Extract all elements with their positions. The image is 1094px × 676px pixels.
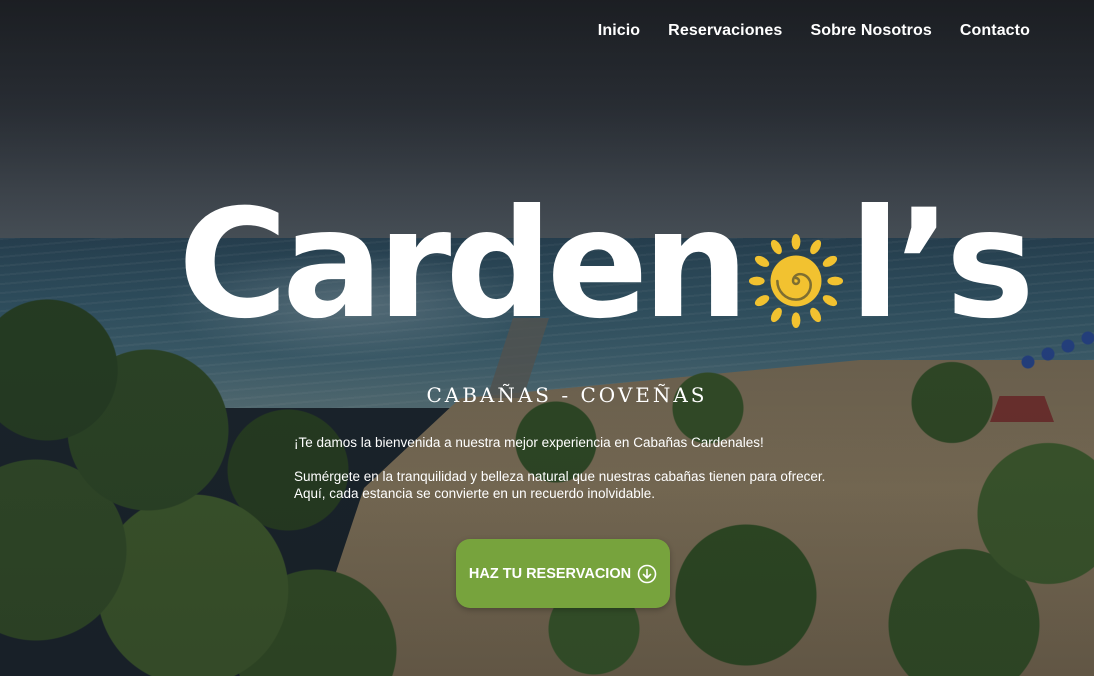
hero-subtitle: CABAÑAS - COVEÑAS [426, 383, 708, 407]
welcome-text: ¡Te damos la bienvenida a nuestra mejor … [294, 435, 764, 450]
brand-logo: Carden l’s [178, 178, 1035, 352]
description-line-1: Sumérgete en la tranquilidad y belleza n… [294, 469, 826, 484]
sun-ray [755, 295, 770, 307]
sun-ray [749, 276, 765, 286]
sun-ray [791, 233, 801, 250]
reservation-button[interactable]: HAZ TU RESERVACION [456, 539, 670, 608]
sun-ray [771, 307, 783, 323]
hero-intro: ¡Te damos la bienvenida a nuestra mejor … [294, 434, 934, 502]
description-line-2: Aquí, cada estancia se convierte en un r… [294, 486, 655, 501]
main-navigation: Inicio Reservaciones Sobre Nosotros Cont… [598, 22, 1030, 40]
arrow-down-circle-icon [637, 564, 657, 584]
sun-ray [827, 276, 844, 286]
sun-ray [810, 307, 822, 323]
nav-item-reservaciones[interactable]: Reservaciones [668, 22, 782, 40]
nav-item-contacto[interactable]: Contacto [960, 22, 1030, 40]
reservation-button-label: HAZ TU RESERVACION [468, 565, 632, 582]
sun-ray [771, 239, 783, 255]
sun-ray [822, 255, 838, 267]
sun-icon [747, 232, 845, 330]
nav-item-sobre-nosotros[interactable]: Sobre Nosotros [810, 22, 931, 40]
sun-ray [755, 255, 770, 267]
logo-text-start: Carden [178, 178, 749, 352]
sun-ray [791, 312, 801, 329]
nav-item-inicio[interactable]: Inicio [598, 22, 640, 40]
sun-ray [822, 295, 838, 307]
sun-ray [810, 239, 822, 255]
logo-text-end: l’s [849, 178, 1035, 352]
